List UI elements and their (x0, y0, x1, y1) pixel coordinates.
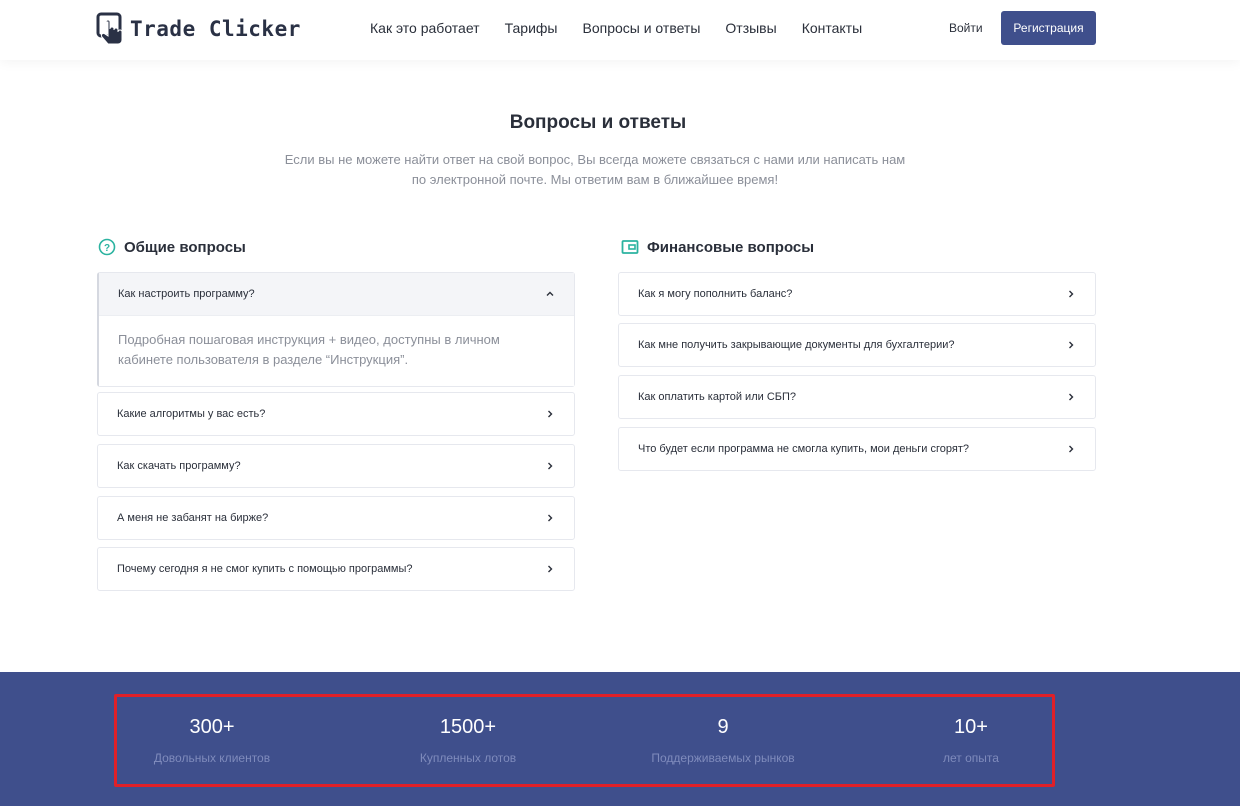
brand-logo[interactable]: Trade Clicker (96, 11, 301, 47)
svg-text:?: ? (104, 243, 110, 254)
stat-experience: 10+ лет опыта (871, 716, 1071, 765)
faq-question-text: Что будет если программа не смогла купит… (638, 443, 969, 455)
faq-question-toggle[interactable]: Как настроить программу? (99, 273, 574, 315)
finance-questions-title: Финансовые вопросы (647, 238, 815, 256)
faq-item-open: Как настроить программу? Подробная пошаг… (97, 272, 575, 387)
faq-question-text: Почему сегодня я не смог купить с помощь… (117, 563, 413, 575)
stat-label: Купленных лотов (419, 751, 517, 765)
faq-question-text: А меня не забанят на бирже? (117, 512, 269, 524)
stat-clients: 300+ Довольных клиентов (112, 716, 312, 765)
general-questions-heading: ? Общие вопросы (98, 238, 246, 256)
login-link[interactable]: Войти (949, 21, 983, 35)
stat-value: 9 (717, 716, 729, 738)
chevron-right-icon (1069, 341, 1074, 349)
stat-lots: 1500+ Купленных лотов (368, 716, 568, 765)
faq-item[interactable]: А меня не забанят на бирже? (97, 496, 575, 540)
chevron-right-icon (548, 462, 553, 470)
stat-label: Поддерживаемых рынков (651, 751, 795, 765)
stat-label: Довольных клиентов (153, 751, 271, 765)
faq-question-text: Какие алгоритмы у вас есть? (117, 408, 266, 420)
finance-questions-heading: Финансовые вопросы (621, 238, 814, 256)
chevron-right-icon (548, 514, 553, 522)
faq-item[interactable]: Как оплатить картой или СБП? (618, 375, 1096, 419)
faq-subtitle-line-1: Если вы не можете найти ответ на свой во… (284, 152, 906, 167)
chevron-right-icon (548, 565, 553, 573)
nav-contacts[interactable]: Контакты (802, 20, 862, 36)
stat-value: 300+ (189, 716, 235, 738)
faq-question-toggle[interactable]: А меня не забанят на бирже? (98, 497, 574, 539)
stat-label: лет опыта (943, 751, 999, 765)
faq-answer-line-2: кабинете пользователя в разделе “Инструк… (118, 352, 409, 367)
faq-item[interactable]: Какие алгоритмы у вас есть? (97, 392, 575, 436)
faq-item[interactable]: Почему сегодня я не смог купить с помощь… (97, 547, 575, 591)
nav-faq[interactable]: Вопросы и ответы (582, 20, 700, 36)
brand-name: Trade Clicker (130, 17, 301, 41)
faq-question-text: Как скачать программу? (117, 460, 241, 472)
faq-question-text: Как настроить программу? (118, 288, 255, 300)
faq-question-toggle[interactable]: Как я могу пополнить баланс? (619, 273, 1095, 315)
faq-item[interactable]: Как я могу пополнить баланс? (618, 272, 1096, 316)
stat-value: 10+ (954, 716, 988, 738)
chevron-right-icon (1069, 393, 1074, 401)
faq-question-toggle[interactable]: Как скачать программу? (98, 445, 574, 487)
faq-question-toggle[interactable]: Что будет если программа не смогла купит… (619, 428, 1095, 470)
chevron-right-icon (548, 410, 553, 418)
register-button[interactable]: Регистрация (1001, 11, 1096, 45)
wallet-icon (621, 240, 639, 254)
faq-question-text: Как я могу пополнить баланс? (638, 288, 793, 300)
stat-value: 1500+ (439, 716, 497, 738)
faq-answer-line-1: Подробная пошаговая инструкция + видео, … (118, 332, 500, 347)
faq-answer: Подробная пошаговая инструкция + видео, … (99, 315, 574, 386)
nav-pricing[interactable]: Тарифы (505, 20, 558, 36)
faq-question-toggle[interactable]: Какие алгоритмы у вас есть? (98, 393, 574, 435)
faq-question-toggle[interactable]: Почему сегодня я не смог купить с помощь… (98, 548, 574, 590)
general-questions-title: Общие вопросы (124, 238, 246, 256)
hand-pointer-icon (96, 12, 123, 45)
faq-subtitle-line-2: по электронной почте. Мы ответим вам в б… (411, 172, 779, 187)
faq-item[interactable]: Как скачать программу? (97, 444, 575, 488)
main-nav: Как это работает Тарифы Вопросы и ответы… (370, 20, 887, 36)
faq-question-text: Как мне получить закрывающие документы д… (638, 339, 955, 351)
faq-title: Вопросы и ответы (509, 112, 687, 133)
question-circle-icon: ? (98, 238, 116, 256)
nav-reviews[interactable]: Отзывы (725, 20, 776, 36)
faq-question-toggle[interactable]: Как оплатить картой или СБП? (619, 376, 1095, 418)
chevron-up-icon (546, 291, 554, 296)
stat-markets: 9 Поддерживаемых рынков (623, 716, 823, 765)
chevron-right-icon (1069, 445, 1074, 453)
faq-question-text: Как оплатить картой или СБП? (638, 391, 797, 403)
faq-item[interactable]: Как мне получить закрывающие документы д… (618, 323, 1096, 367)
chevron-right-icon (1069, 290, 1074, 298)
faq-subtitle: Если вы не можете найти ответ на свой во… (270, 150, 920, 190)
nav-how-it-works[interactable]: Как это работает (370, 20, 480, 36)
site-header: Trade Clicker Как это работает Тарифы Во… (0, 0, 1240, 60)
faq-question-toggle[interactable]: Как мне получить закрывающие документы д… (619, 324, 1095, 366)
faq-item[interactable]: Что будет если программа не смогла купит… (618, 427, 1096, 471)
